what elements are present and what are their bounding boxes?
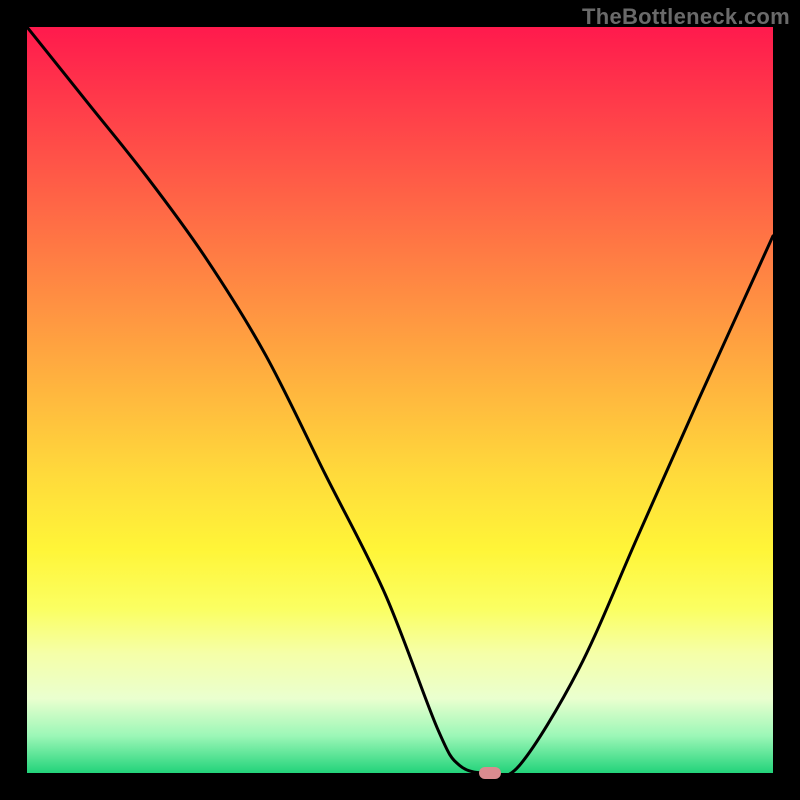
min-marker [479,767,501,779]
watermark-text: TheBottleneck.com [582,4,790,30]
bottleneck-curve-path [27,27,773,773]
curve-svg [27,27,773,773]
plot-area [27,27,773,773]
chart-frame: TheBottleneck.com [0,0,800,800]
